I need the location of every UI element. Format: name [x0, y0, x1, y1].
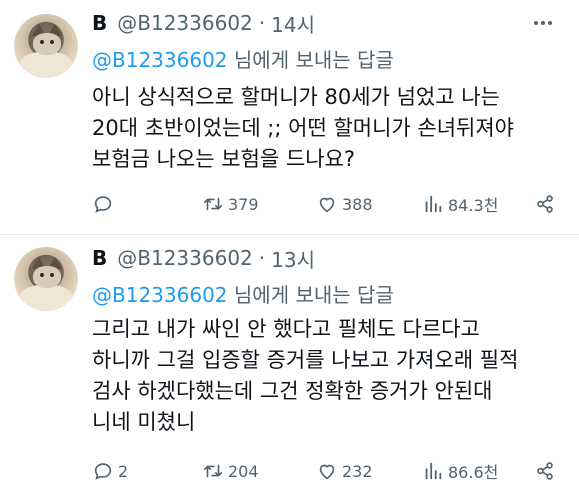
avatar[interactable]: [14, 247, 78, 311]
heart-icon: [319, 197, 335, 213]
timestamp[interactable]: 14시: [271, 9, 315, 38]
share-button[interactable]: [534, 192, 560, 216]
like-button[interactable]: 232: [316, 459, 373, 483]
views-bar-chart-icon: [425, 195, 442, 213]
avatar-eye: [40, 40, 44, 44]
reply-count: 2: [118, 461, 129, 481]
avatar-face: [33, 266, 61, 288]
views-button[interactable]: 86.6천: [422, 459, 498, 483]
like-count: 388: [342, 194, 373, 214]
share-button[interactable]: [534, 459, 560, 483]
retweet-count: 379: [228, 194, 259, 214]
replying-to: @B12336602 님에게 보내는 답글: [92, 44, 394, 73]
avatar-face: [33, 33, 61, 55]
views-button[interactable]: 84.3천: [422, 192, 498, 216]
retweet-button[interactable]: 379: [202, 192, 259, 216]
tweet-text: 그리고 내가 싸인 안 했다고 필체도 다르다고 하니까 그걸 입증할 증거를 …: [92, 314, 562, 438]
avatar-eye: [50, 40, 54, 44]
like-count: 232: [342, 461, 373, 481]
more-dots-icon[interactable]: [531, 10, 555, 36]
tweet-text: 아니 상식적으로 할머니가 80세가 넘었고 나는 20대 초반이었는데 ;; …: [92, 82, 562, 175]
reply-suffix: 님에게 보내는 답글: [233, 48, 394, 72]
user-handle[interactable]: @B12336602: [117, 11, 253, 35]
tweet-text-line: 하니까 그걸 입증할 증거를 나보고 가져오래 필적: [92, 348, 519, 372]
separator-dot: ·: [258, 11, 266, 35]
reply-suffix: 님에게 보내는 답글: [233, 283, 394, 307]
tweet-text-line: 검사 하겠다했는데 그건 정확한 증거가 안된대: [92, 379, 493, 403]
reply-button[interactable]: [92, 192, 118, 216]
share-icon: [537, 195, 553, 213]
like-button[interactable]: 388: [316, 192, 373, 216]
views-count: 84.3천: [448, 196, 499, 215]
retweet-icon: [203, 197, 223, 211]
separator-dot: ·: [258, 246, 266, 270]
tweet-header: B @B12336602 · 14시: [92, 9, 315, 38]
tweet-header: B @B12336602 · 13시: [92, 244, 315, 273]
reply-bubble-icon: [94, 463, 112, 480]
display-name[interactable]: B: [92, 11, 107, 35]
tweet[interactable]: B @B12336602 · 13시 @B12336602 님에게 보내는 답글…: [0, 235, 579, 497]
avatar-blanket: [20, 52, 72, 78]
avatar-eye: [40, 273, 44, 277]
tweet-text-line: 20대 초반이었는데 ;; 어떤 할머니가 손녀뒤져야: [92, 116, 515, 140]
tweet-text-line: 보험금 나오는 보험을 드나요?: [92, 147, 356, 171]
avatar-eye: [50, 273, 54, 277]
tweet-text-line: 니네 미쳤니: [92, 410, 196, 434]
avatar[interactable]: [14, 14, 78, 78]
views-bar-chart-icon: [425, 462, 442, 480]
tweet-actions: 379 388 84.3천: [92, 192, 562, 216]
retweet-button[interactable]: 204: [202, 459, 259, 483]
tweet[interactable]: B @B12336602 · 14시 @B12336602 님에게 보내는 답글…: [0, 0, 579, 235]
avatar-blanket: [20, 285, 72, 311]
heart-icon: [319, 464, 335, 480]
tweet-text-line: 아니 상식적으로 할머니가 80세가 넘었고 나는: [92, 85, 500, 109]
reply-bubble-icon: [94, 196, 112, 213]
display-name[interactable]: B: [92, 246, 107, 270]
tweet-actions: 2 204 232 86.6천: [92, 459, 562, 483]
retweet-icon: [203, 464, 223, 478]
tweet-text-line: 그리고 내가 싸인 안 했다고 필체도 다르다고: [92, 317, 480, 341]
user-handle[interactable]: @B12336602: [117, 246, 253, 270]
mention-link[interactable]: @B12336602: [92, 283, 228, 307]
timestamp[interactable]: 13시: [271, 244, 315, 273]
retweet-count: 204: [228, 461, 259, 481]
replying-to: @B12336602 님에게 보내는 답글: [92, 279, 394, 308]
mention-link[interactable]: @B12336602: [92, 48, 228, 72]
reply-button[interactable]: 2: [92, 459, 128, 483]
share-icon: [537, 462, 553, 480]
views-count: 86.6천: [448, 463, 499, 482]
